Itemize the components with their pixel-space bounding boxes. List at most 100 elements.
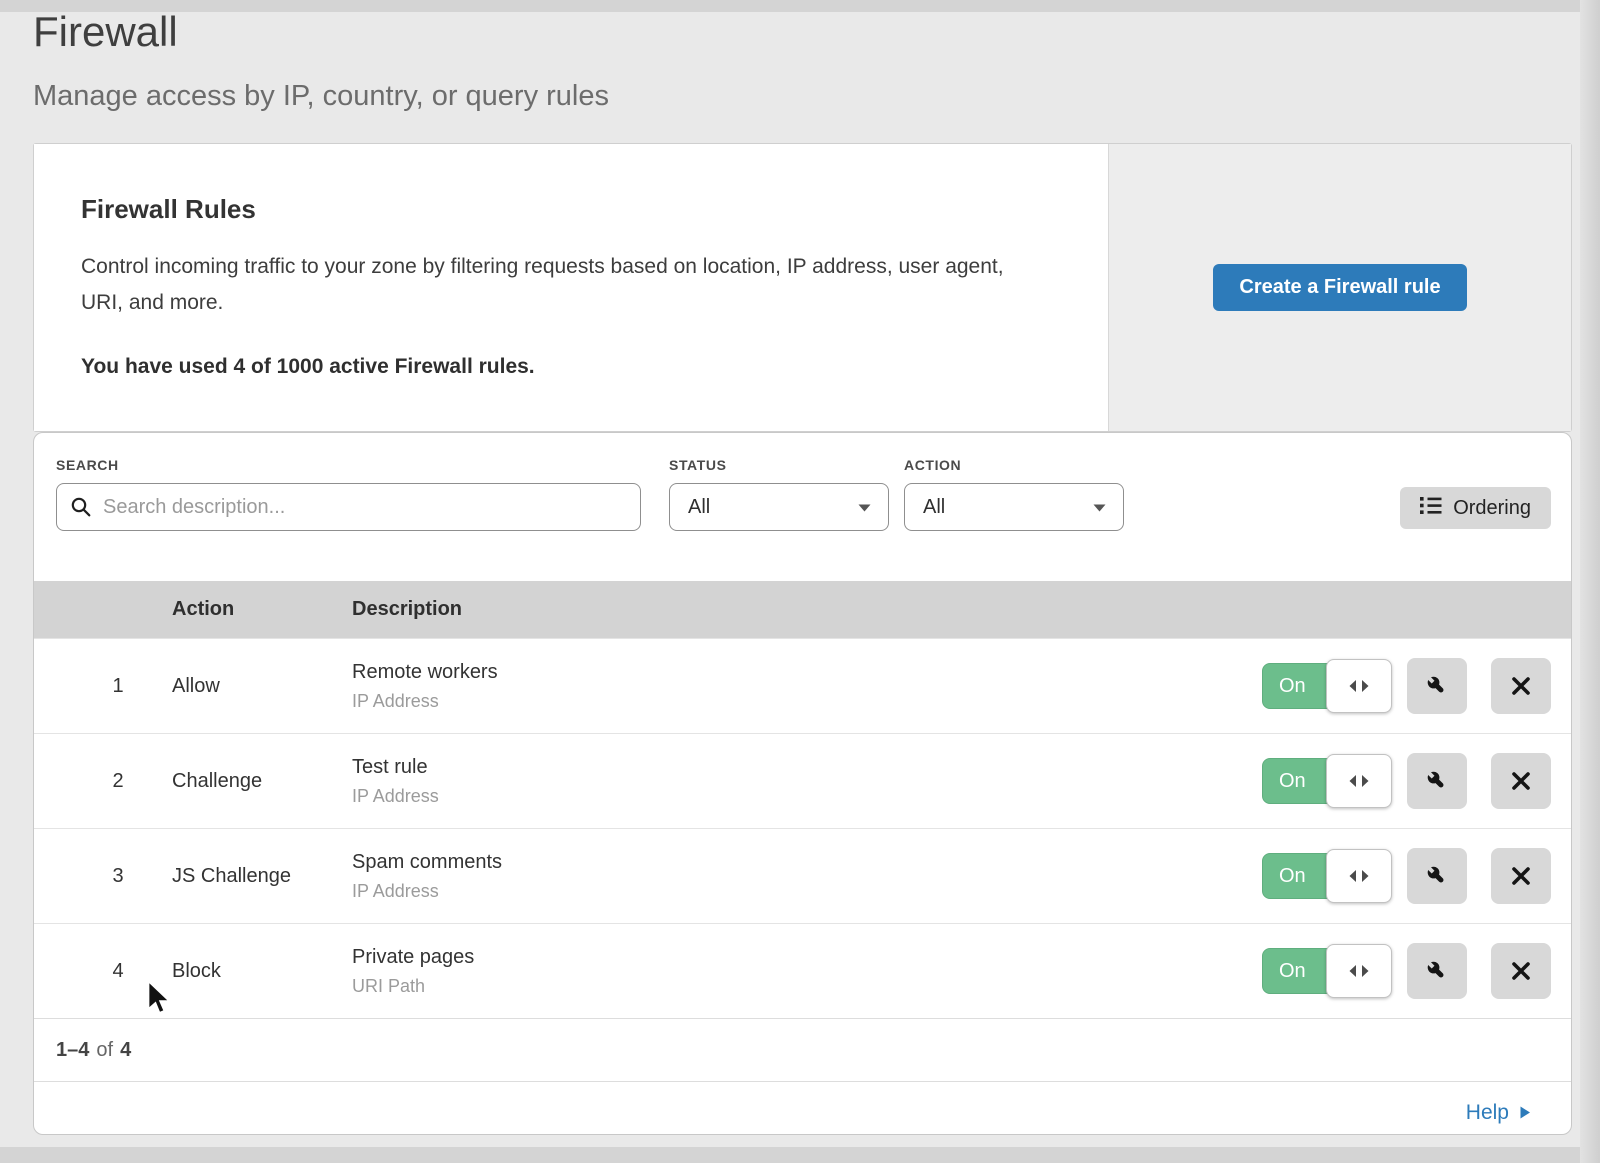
toggle-handle[interactable] bbox=[1326, 754, 1392, 808]
rules-list-card: SEARCH STATUS All ACTION All bbox=[33, 432, 1572, 1135]
table-header: Action Description bbox=[34, 581, 1571, 638]
edit-rule-button[interactable] bbox=[1407, 753, 1467, 809]
rule-enabled-toggle[interactable]: On bbox=[1262, 948, 1392, 994]
left-right-arrows-icon bbox=[1348, 774, 1370, 788]
table-row: 4 Block Private pages URI Path On bbox=[34, 923, 1571, 1018]
rule-controls: On bbox=[1262, 658, 1551, 714]
rule-enabled-toggle[interactable]: On bbox=[1262, 663, 1392, 709]
wrench-icon bbox=[1424, 768, 1450, 794]
rule-action: JS Challenge bbox=[172, 865, 352, 888]
rule-controls: On bbox=[1262, 943, 1551, 999]
wrench-icon bbox=[1424, 958, 1450, 984]
rule-description: Remote workers bbox=[352, 661, 1262, 684]
window-right-edge bbox=[1580, 0, 1600, 1163]
delete-rule-button[interactable] bbox=[1491, 943, 1551, 999]
rule-description-cell: Spam comments IP Address bbox=[352, 851, 1262, 902]
delete-rule-button[interactable] bbox=[1491, 753, 1551, 809]
toggle-handle[interactable] bbox=[1326, 849, 1392, 903]
left-right-arrows-icon bbox=[1348, 869, 1370, 883]
create-firewall-rule-button[interactable]: Create a Firewall rule bbox=[1213, 264, 1466, 311]
search-input[interactable] bbox=[56, 483, 641, 531]
search-icon bbox=[70, 496, 92, 523]
status-label: STATUS bbox=[669, 457, 727, 473]
rule-match-type: IP Address bbox=[352, 786, 1262, 807]
ordered-list-icon bbox=[1420, 496, 1442, 521]
table-row: 2 Challenge Test rule IP Address On bbox=[34, 733, 1571, 828]
status-select-value: All bbox=[688, 496, 710, 519]
wrench-icon bbox=[1424, 863, 1450, 889]
rule-description: Test rule bbox=[352, 756, 1262, 779]
search-field-wrap bbox=[56, 483, 641, 531]
window-bottom-edge bbox=[0, 1147, 1600, 1163]
edit-rule-button[interactable] bbox=[1407, 848, 1467, 904]
help-link-label: Help bbox=[1466, 1101, 1509, 1125]
toggle-on-label: On bbox=[1262, 948, 1334, 994]
rule-number: 2 bbox=[34, 770, 172, 793]
status-select[interactable]: All bbox=[669, 483, 889, 531]
toggle-handle[interactable] bbox=[1326, 944, 1392, 998]
rule-match-type: IP Address bbox=[352, 691, 1262, 712]
action-select-value: All bbox=[923, 496, 945, 519]
filters-bar: SEARCH STATUS All ACTION All bbox=[34, 433, 1571, 581]
close-icon bbox=[1510, 865, 1532, 887]
edit-rule-button[interactable] bbox=[1407, 658, 1467, 714]
rule-controls: On bbox=[1262, 848, 1551, 904]
close-icon bbox=[1510, 960, 1532, 982]
firewall-rules-description: Control incoming traffic to your zone by… bbox=[81, 249, 1041, 321]
rule-match-type: IP Address bbox=[352, 881, 1262, 902]
rule-enabled-toggle[interactable]: On bbox=[1262, 758, 1392, 804]
ordering-button-label: Ordering bbox=[1453, 497, 1531, 520]
left-right-arrows-icon bbox=[1348, 964, 1370, 978]
firewall-rules-card-side-panel: Create a Firewall rule bbox=[1108, 144, 1571, 431]
wrench-icon bbox=[1424, 673, 1450, 699]
rule-number: 1 bbox=[34, 675, 172, 698]
rule-action: Block bbox=[172, 960, 352, 983]
description-column-header: Description bbox=[352, 598, 1571, 621]
table-row: 3 JS Challenge Spam comments IP Address … bbox=[34, 828, 1571, 923]
action-label: ACTION bbox=[904, 457, 961, 473]
action-column-header: Action bbox=[172, 598, 352, 621]
page-subtitle: Manage access by IP, country, or query r… bbox=[33, 80, 609, 113]
firewall-rules-card: Firewall Rules Control incoming traffic … bbox=[33, 143, 1572, 432]
firewall-rules-usage: You have used 4 of 1000 active Firewall … bbox=[81, 355, 1078, 379]
table-row: 1 Allow Remote workers IP Address On bbox=[34, 638, 1571, 733]
rule-description-cell: Remote workers IP Address bbox=[352, 661, 1262, 712]
rule-description-cell: Test rule IP Address bbox=[352, 756, 1262, 807]
toggle-on-label: On bbox=[1262, 758, 1334, 804]
toggle-on-label: On bbox=[1262, 853, 1334, 899]
ordering-button[interactable]: Ordering bbox=[1400, 487, 1551, 529]
search-label: SEARCH bbox=[56, 457, 119, 473]
pagination-range: 1–4 bbox=[56, 1039, 89, 1062]
page-title: Firewall bbox=[33, 8, 178, 56]
firewall-page: Firewall Manage access by IP, country, o… bbox=[0, 0, 1600, 1163]
pagination-total: 4 bbox=[120, 1039, 131, 1062]
toggle-handle[interactable] bbox=[1326, 659, 1392, 713]
rule-action: Challenge bbox=[172, 770, 352, 793]
left-right-arrows-icon bbox=[1348, 679, 1370, 693]
toggle-on-label: On bbox=[1262, 663, 1334, 709]
pagination-bar: 1–4 of 4 bbox=[34, 1018, 1571, 1081]
rule-number: 3 bbox=[34, 865, 172, 888]
rule-description-cell: Private pages URI Path bbox=[352, 946, 1262, 997]
edit-rule-button[interactable] bbox=[1407, 943, 1467, 999]
rule-description: Spam comments bbox=[352, 851, 1262, 874]
pagination-of: of bbox=[96, 1039, 113, 1062]
firewall-rules-card-text: Firewall Rules Control incoming traffic … bbox=[34, 144, 1108, 431]
help-link[interactable]: Help bbox=[1466, 1101, 1531, 1125]
firewall-rules-heading: Firewall Rules bbox=[81, 194, 1078, 225]
rule-number: 4 bbox=[34, 960, 172, 983]
rule-match-type: URI Path bbox=[352, 976, 1262, 997]
chevron-down-icon bbox=[857, 496, 872, 519]
delete-rule-button[interactable] bbox=[1491, 848, 1551, 904]
delete-rule-button[interactable] bbox=[1491, 658, 1551, 714]
help-bar: Help bbox=[34, 1081, 1571, 1135]
arrow-right-icon bbox=[1519, 1105, 1531, 1120]
rule-action: Allow bbox=[172, 675, 352, 698]
rule-description: Private pages bbox=[352, 946, 1262, 969]
close-icon bbox=[1510, 770, 1532, 792]
window-top-edge bbox=[0, 0, 1600, 12]
action-select[interactable]: All bbox=[904, 483, 1124, 531]
rule-controls: On bbox=[1262, 753, 1551, 809]
rule-enabled-toggle[interactable]: On bbox=[1262, 853, 1392, 899]
chevron-down-icon bbox=[1092, 496, 1107, 519]
